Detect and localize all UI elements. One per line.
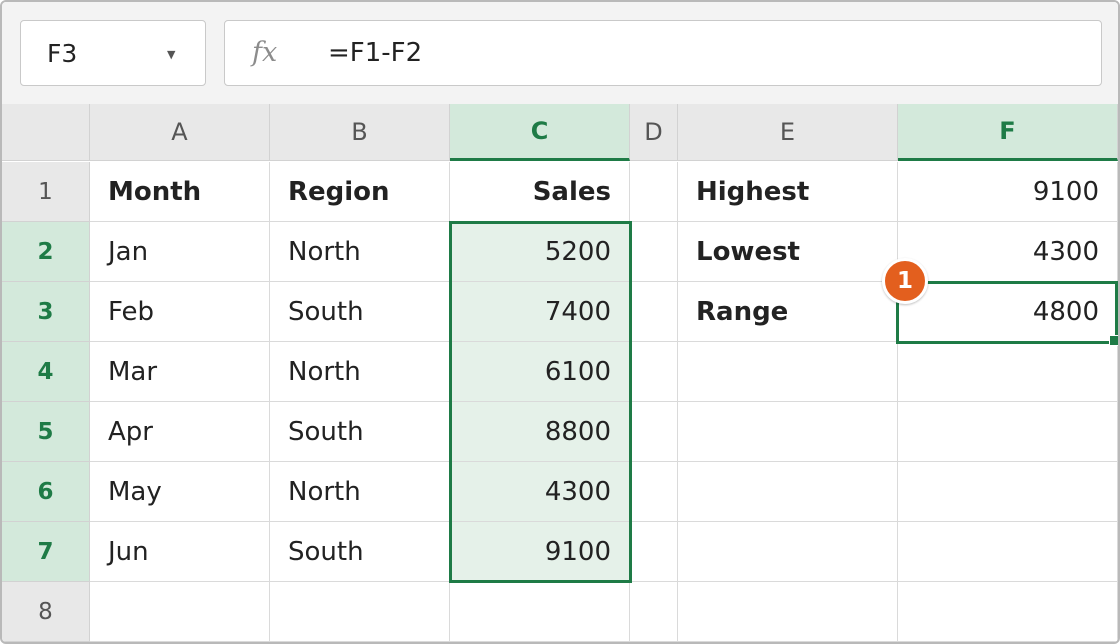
row-header-1[interactable]: 1 bbox=[2, 162, 90, 222]
name-box[interactable]: F3 ▼ bbox=[20, 20, 206, 86]
formula-toolbar: F3 ▼ fx =F1-F2 bbox=[2, 2, 1118, 104]
cell-b1[interactable]: Region bbox=[270, 162, 450, 222]
cell-a5[interactable]: Apr bbox=[90, 402, 270, 462]
cell-a4[interactable]: Mar bbox=[90, 342, 270, 402]
cell-b6[interactable]: North bbox=[270, 462, 450, 522]
cell-f2[interactable]: 4300 bbox=[898, 222, 1118, 282]
cell-a7[interactable]: Jun bbox=[90, 522, 270, 582]
cell-a1[interactable]: Month bbox=[90, 162, 270, 222]
cell-f7[interactable] bbox=[898, 522, 1118, 582]
dropdown-caret-icon[interactable]: ▼ bbox=[167, 48, 175, 61]
cell-a3[interactable]: Feb bbox=[90, 282, 270, 342]
cell-e1[interactable]: Highest bbox=[678, 162, 898, 222]
row-header-4[interactable]: 4 bbox=[2, 342, 90, 402]
cell-d2[interactable] bbox=[630, 222, 678, 282]
cell-c2[interactable]: 5200 bbox=[450, 222, 630, 282]
column-header-d[interactable]: D bbox=[630, 104, 678, 161]
cell-d8[interactable] bbox=[630, 582, 678, 642]
cell-d5[interactable] bbox=[630, 402, 678, 462]
cell-d7[interactable] bbox=[630, 522, 678, 582]
spreadsheet-window: F3 ▼ fx =F1-F2 A B C D E F 1 Month Region Sales Hi… bbox=[0, 0, 1120, 644]
cell-e4[interactable] bbox=[678, 342, 898, 402]
cell-e3[interactable]: Range bbox=[678, 282, 898, 342]
cell-d1[interactable] bbox=[630, 162, 678, 222]
cell-c7[interactable]: 9100 bbox=[450, 522, 630, 582]
cell-f1[interactable]: 9100 bbox=[898, 162, 1118, 222]
cell-c6[interactable]: 4300 bbox=[450, 462, 630, 522]
cell-f4[interactable] bbox=[898, 342, 1118, 402]
column-header-b[interactable]: B bbox=[270, 104, 450, 161]
cell-b3[interactable]: South bbox=[270, 282, 450, 342]
cell-b2[interactable]: North bbox=[270, 222, 450, 282]
cell-e8[interactable] bbox=[678, 582, 898, 642]
column-header-c[interactable]: C bbox=[450, 104, 630, 161]
cell-c3[interactable]: 7400 bbox=[450, 282, 630, 342]
column-header-f[interactable]: F bbox=[898, 104, 1118, 161]
cell-c8[interactable] bbox=[450, 582, 630, 642]
formula-bar[interactable]: fx =F1-F2 bbox=[224, 20, 1102, 86]
cell-a2[interactable]: Jan bbox=[90, 222, 270, 282]
cell-f3[interactable]: 4800 bbox=[898, 282, 1118, 342]
row-header-2[interactable]: 2 bbox=[2, 222, 90, 282]
column-header-e[interactable]: E bbox=[678, 104, 898, 161]
row-header-7[interactable]: 7 bbox=[2, 522, 90, 582]
cell-a6[interactable]: May bbox=[90, 462, 270, 522]
cell-b5[interactable]: South bbox=[270, 402, 450, 462]
row-header-8[interactable]: 8 bbox=[2, 582, 90, 642]
cell-c4[interactable]: 6100 bbox=[450, 342, 630, 402]
corner-select-all[interactable] bbox=[2, 104, 90, 161]
cell-b7[interactable]: South bbox=[270, 522, 450, 582]
fill-handle[interactable] bbox=[1109, 335, 1118, 346]
cell-f8[interactable] bbox=[898, 582, 1118, 642]
cell-c5[interactable]: 8800 bbox=[450, 402, 630, 462]
cell-f6[interactable] bbox=[898, 462, 1118, 522]
row-header-5[interactable]: 5 bbox=[2, 402, 90, 462]
fx-icon[interactable]: fx bbox=[252, 37, 277, 68]
cell-b8[interactable] bbox=[270, 582, 450, 642]
column-header-a[interactable]: A bbox=[90, 104, 270, 161]
cell-e6[interactable] bbox=[678, 462, 898, 522]
callout-number: 1 bbox=[896, 268, 913, 294]
cell-e7[interactable] bbox=[678, 522, 898, 582]
cell-a8[interactable] bbox=[90, 582, 270, 642]
cell-d6[interactable] bbox=[630, 462, 678, 522]
cell-f5[interactable] bbox=[898, 402, 1118, 462]
cell-c1[interactable]: Sales bbox=[450, 162, 630, 222]
callout-badge: 1 bbox=[882, 258, 928, 304]
cell-e5[interactable] bbox=[678, 402, 898, 462]
row-header-3[interactable]: 3 bbox=[2, 282, 90, 342]
row-header-6[interactable]: 6 bbox=[2, 462, 90, 522]
cell-d4[interactable] bbox=[630, 342, 678, 402]
name-box-value: F3 bbox=[47, 39, 78, 68]
cell-e2[interactable]: Lowest bbox=[678, 222, 898, 282]
cell-b4[interactable]: North bbox=[270, 342, 450, 402]
cell-d3[interactable] bbox=[630, 282, 678, 342]
formula-text[interactable]: =F1-F2 bbox=[328, 38, 422, 68]
